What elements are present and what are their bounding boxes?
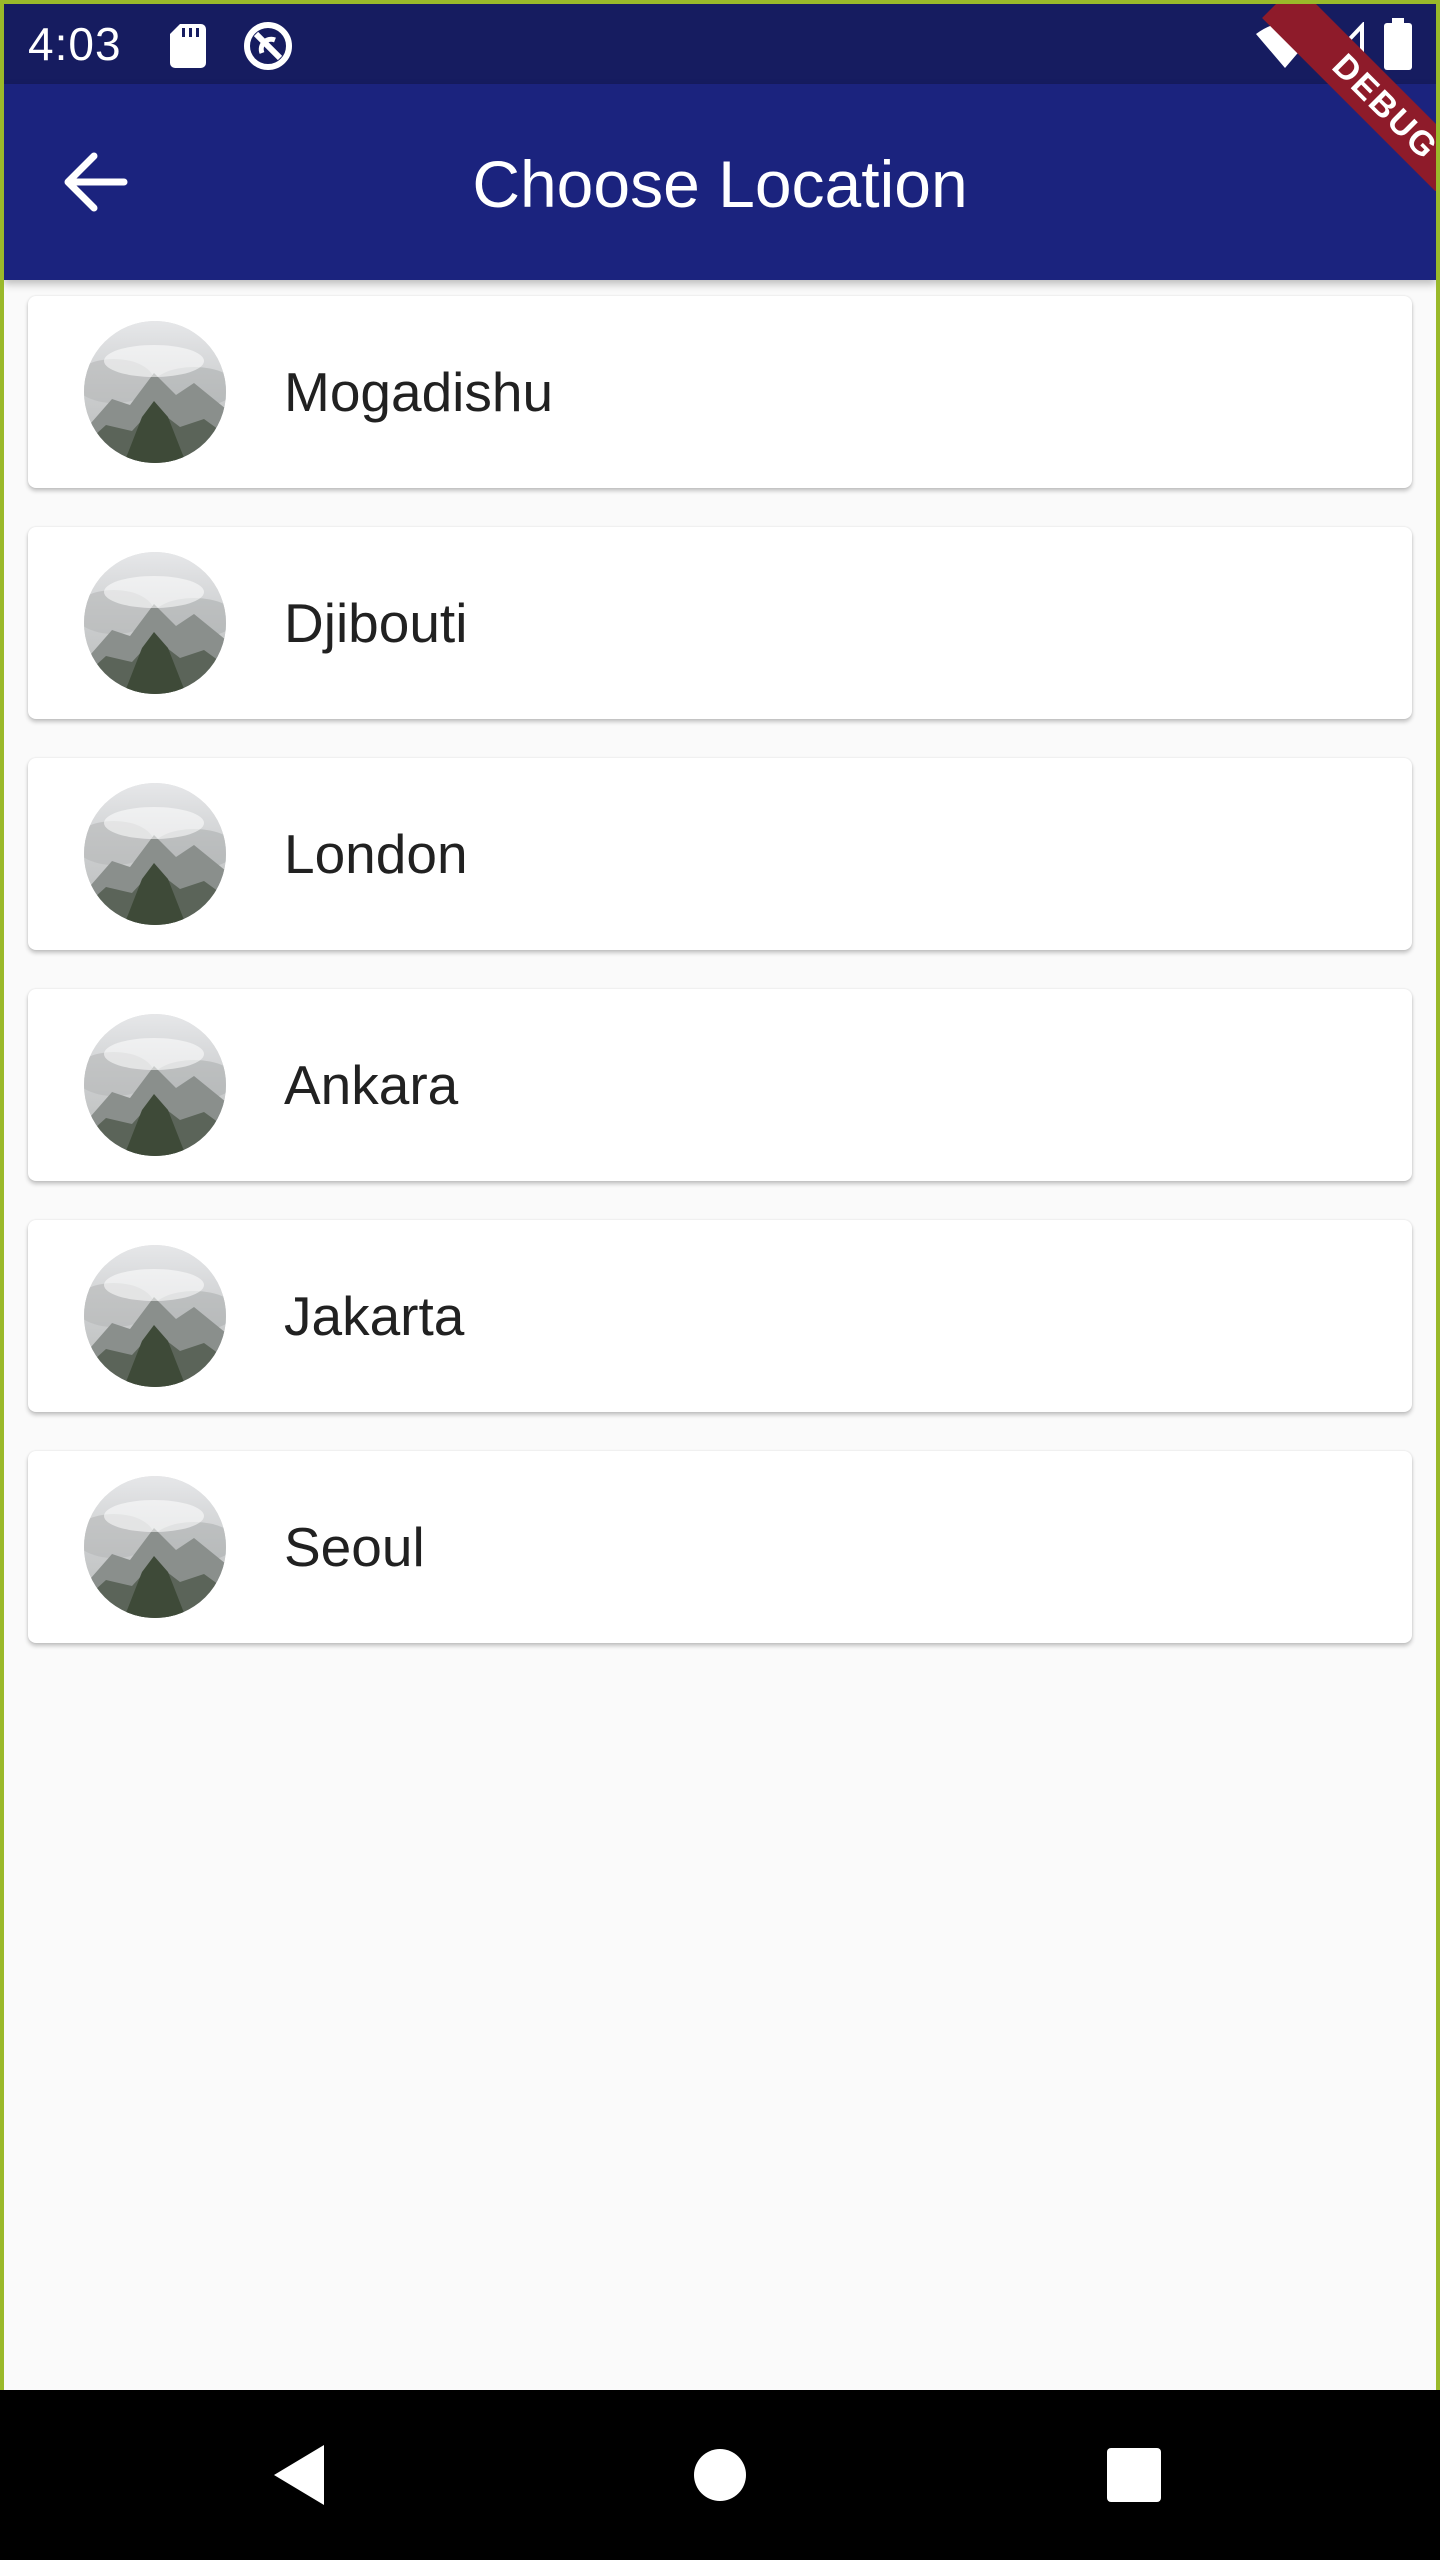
location-name: Jakarta [284,1285,465,1347]
nav-recents-button[interactable] [1084,2425,1184,2525]
location-thumbnail-image [84,1476,226,1618]
location-item-djibouti[interactable]: Djibouti [28,527,1412,719]
location-thumbnail-image [84,552,226,694]
location-thumbnail [84,783,226,925]
location-thumbnail [84,1476,226,1618]
location-name: Ankara [284,1054,459,1116]
battery-icon [1384,18,1412,70]
app-screen: 4:03 Choose Location DEBUG Mogadishu Dji… [4,4,1436,2390]
back-triangle-icon [274,2445,324,2505]
location-item-london[interactable]: London [28,758,1412,950]
app-bar: Choose Location [4,84,1436,280]
location-thumbnail-image [84,321,226,463]
system-nav-bar [0,2390,1440,2560]
recents-square-icon [1107,2448,1161,2502]
home-circle-icon [694,2449,746,2501]
location-name: Seoul [284,1516,425,1578]
nav-back-button[interactable] [250,2425,350,2525]
location-thumbnail [84,1245,226,1387]
location-thumbnail-image [84,1245,226,1387]
location-name: London [284,823,468,885]
location-item-seoul[interactable]: Seoul [28,1451,1412,1643]
sync-icon [244,22,292,70]
location-thumbnail-image [84,1014,226,1156]
location-thumbnail [84,321,226,463]
wifi-icon [1256,23,1314,68]
location-item-mogadishu[interactable]: Mogadishu [28,296,1412,488]
location-thumbnail [84,1014,226,1156]
cell-signal-icon [1322,22,1364,66]
status-time: 4:03 [28,18,122,70]
location-name: Mogadishu [284,361,554,423]
location-item-ankara[interactable]: Ankara [28,989,1412,1181]
status-bar: 4:03 [4,4,1436,84]
location-item-jakarta[interactable]: Jakarta [28,1220,1412,1412]
location-list: Mogadishu Djibouti London Ankara Jakarta [28,296,1412,1682]
location-name: Djibouti [284,592,468,654]
location-thumbnail [84,552,226,694]
page-title: Choose Location [472,147,968,221]
location-thumbnail-image [84,783,226,925]
nav-home-button[interactable] [670,2425,770,2525]
sd-card-icon [170,24,206,68]
